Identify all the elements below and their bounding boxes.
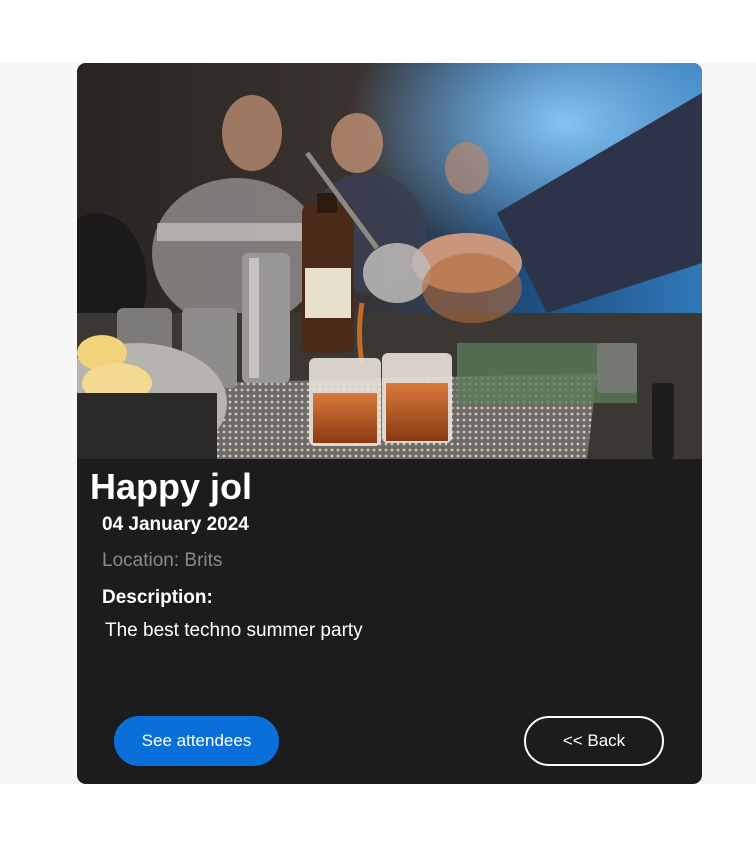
event-location: Location: Brits	[102, 550, 223, 571]
back-button[interactable]: << Back	[524, 716, 664, 766]
event-date: 04 January 2024	[102, 514, 249, 535]
description-label: Description:	[102, 587, 213, 608]
event-description: The best techno summer party	[105, 620, 363, 641]
event-card: Happy jol 04 January 2024 Location: Brit…	[77, 63, 702, 784]
event-image	[77, 63, 702, 459]
see-attendees-button[interactable]: See attendees	[114, 716, 279, 766]
event-title: Happy jol	[90, 466, 253, 507]
